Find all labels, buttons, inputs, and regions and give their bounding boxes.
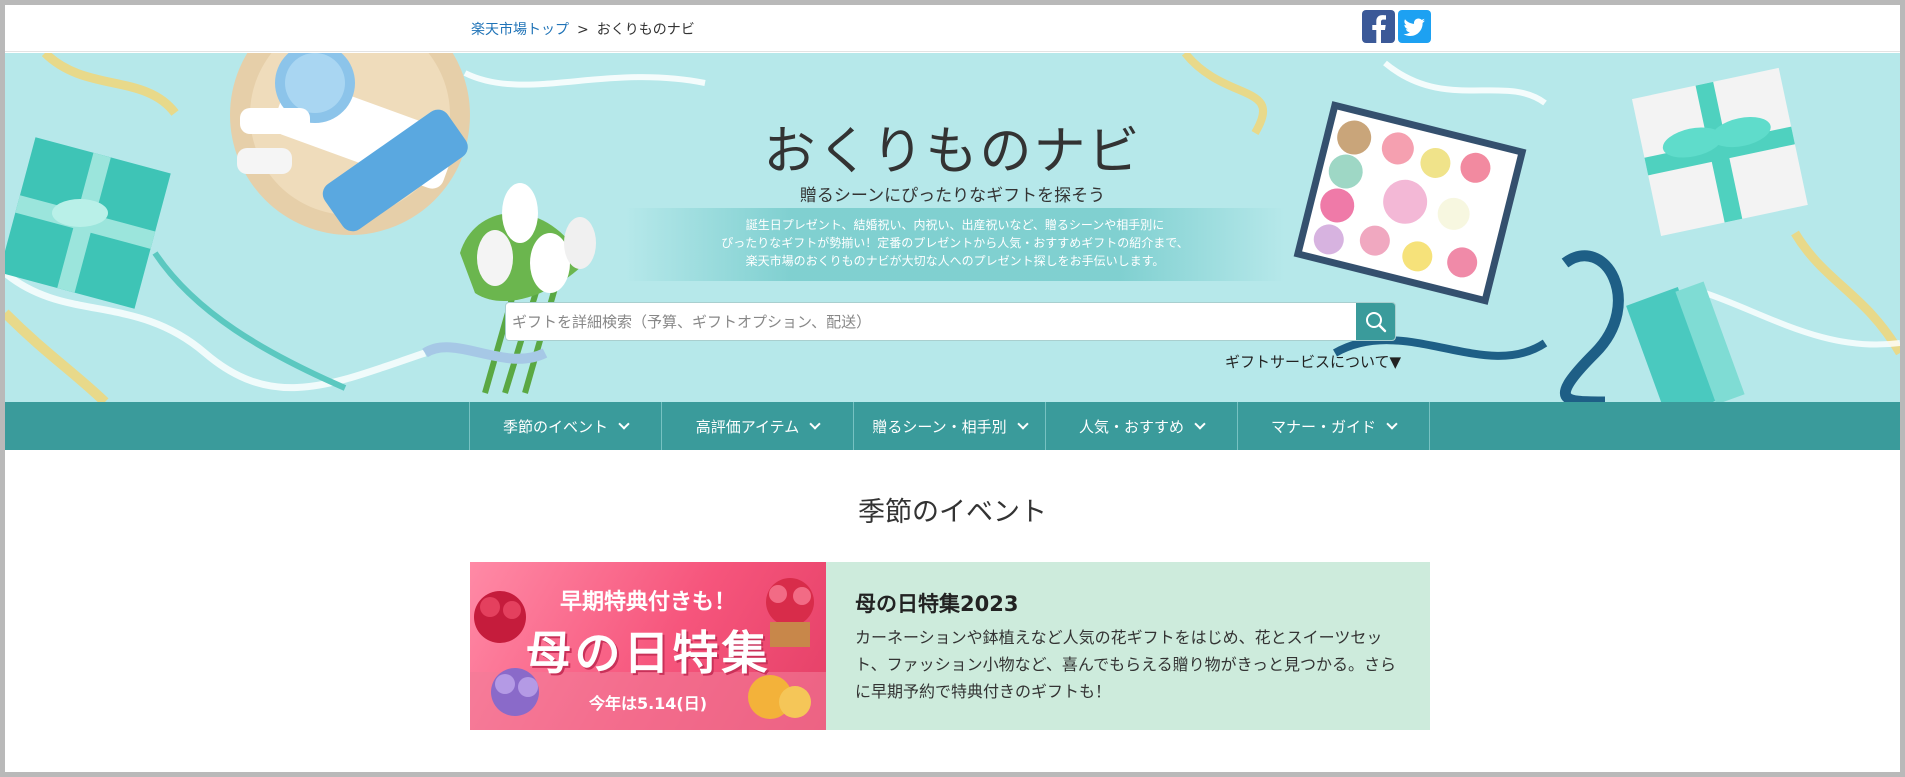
chevron-down-icon [1016,418,1029,430]
facebook-share-button[interactable] [1362,10,1395,43]
chevron-down-icon [618,418,630,430]
feature-description: カーネーションや鉢植えなど人気の花ギフトをはじめ、花とスイーツセット、ファッショ… [855,628,1396,701]
feature-card-mothers-day[interactable]: 早期特典付きも！ 母の日特集 今年は5.14(日) 母の日特集2023 カーネー… [470,562,1430,730]
hero-description: 誕生日プレゼント、結婚祝い、内祝い、出産祝いなど、贈るシーンや相手別に ぴったり… [625,208,1285,281]
nav-item-label: 高評価アイテム [695,417,800,436]
hero-description-line: 楽天市場のおくりものナビが大切な人へのプレゼント探しをお手伝いします。 [745,254,1165,268]
hero-title: おくりものナビ [763,122,1142,182]
gift-service-link[interactable]: ギフトサービスについて▼ [1225,351,1401,372]
social-links [1362,10,1431,43]
nav-item-manners-guide[interactable]: マナー・ガイド [1238,402,1430,450]
chevron-down-icon [1386,418,1398,430]
nav-item-label: 人気・おすすめ [1078,417,1184,436]
gift-search-bar [505,302,1396,341]
section-title: 季節のイベント [858,497,1047,528]
breadcrumb-home-link[interactable]: 楽天市場トップ [471,22,569,38]
search-button[interactable] [1356,303,1395,340]
twitter-share-button[interactable] [1398,10,1431,43]
nav-item-seasonal-events[interactable]: 季節のイベント [470,402,662,450]
gift-search-input[interactable] [506,303,1352,340]
feature-title[interactable]: 母の日特集2023 [855,588,1018,618]
hero-description-line: ぴったりなギフトが勢揃い！定番のプレゼントから人気・おすすめギフトの紹介まで、 [721,236,1189,250]
nav-item-top-rated[interactable]: 高評価アイテム [662,402,854,450]
nav-item-label: マナー・ガイド [1270,417,1376,436]
twitter-icon [1403,18,1425,36]
category-nav-list: 季節のイベント 高評価アイテム 贈るシーン・相手別 人気・おすすめ マナー・ガイ… [469,402,1430,450]
nav-item-scene-recipient[interactable]: 贈るシーン・相手別 [854,402,1046,450]
hero-subtitle: 贈るシーンにぴったりなギフトを探そう [799,186,1106,206]
category-nav: 季節のイベント 高評価アイテム 贈るシーン・相手別 人気・おすすめ マナー・ガイ… [5,402,1900,450]
top-bar: 楽天市場トップ > おくりものナビ [5,5,1900,52]
breadcrumb: 楽天市場トップ > おくりものナビ [471,19,695,39]
chevron-down-icon [809,418,821,430]
hero-description-line: 誕生日プレゼント、結婚祝い、内祝い、出産祝いなど、贈るシーンや相手別に [745,218,1165,232]
hero-banner: おくりものナビ 贈るシーンにぴったりなギフトを探そう 誕生日プレゼント、結婚祝い… [5,53,1900,402]
banner-headline: 母の日特集 [525,626,771,680]
breadcrumb-current: おくりものナビ [596,22,695,38]
chevron-down-icon [1194,418,1206,430]
banner-date: 今年は5.14(日) [588,694,708,713]
nav-item-popular[interactable]: 人気・おすすめ [1046,402,1238,450]
nav-item-label: 贈るシーン・相手別 [872,417,1007,436]
search-icon [1365,311,1386,332]
facebook-icon [1372,15,1386,43]
breadcrumb-separator: > [577,22,589,38]
feature-banner-image[interactable]: 早期特典付きも！ 母の日特集 今年は5.14(日) [470,562,826,730]
banner-tagline: 早期特典付きも！ [559,590,736,615]
nav-item-label: 季節のイベント [502,417,608,436]
page: 楽天市場トップ > おくりものナビ おくりものナビ 贈るシーンにぴったりなギフト… [5,5,1900,772]
